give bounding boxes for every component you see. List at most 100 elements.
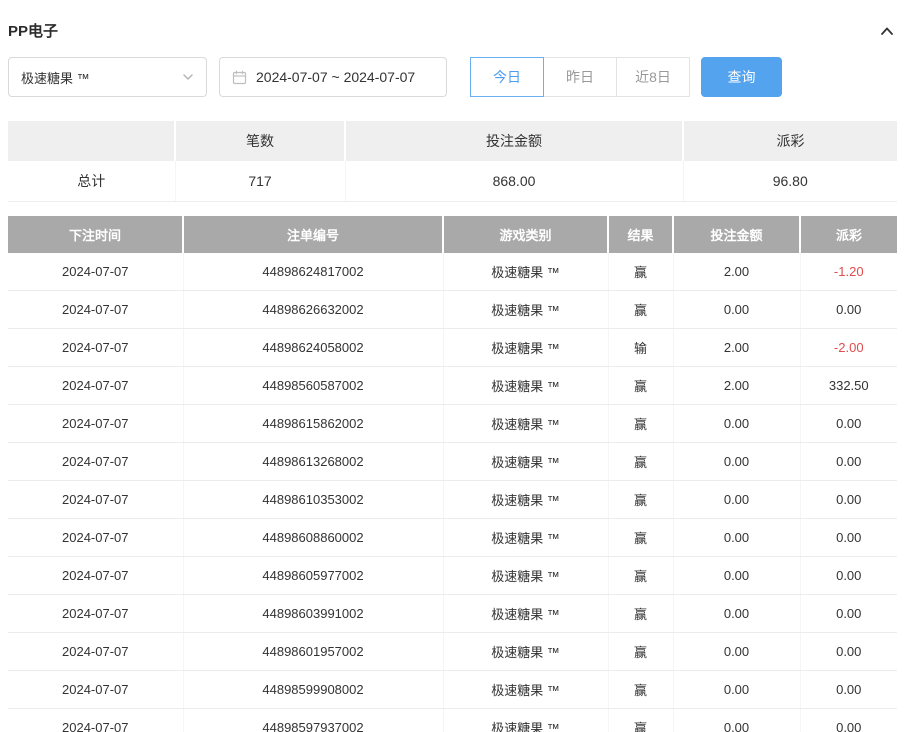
summary-header-count: 笔数: [175, 121, 345, 161]
cell-payout: 0.00: [800, 519, 897, 557]
cell-order-number: 44898608860002: [183, 519, 443, 557]
cell-game-category: 极速糖果 ™: [443, 709, 608, 732]
cell-bet-amount: 0.00: [673, 633, 800, 671]
cell-bet-amount: 2.00: [673, 253, 800, 291]
calendar-icon: [232, 70, 247, 85]
header-result: 结果: [608, 216, 673, 253]
cell-payout: 0.00: [800, 291, 897, 329]
summary-table: 笔数 投注金额 派彩 总计 717 868.00 96.80: [8, 121, 897, 202]
cell-order-number: 44898601957002: [183, 633, 443, 671]
header-payout: 派彩: [800, 216, 897, 253]
cell-game-category: 极速糖果 ™: [443, 443, 608, 481]
summary-total-label: 总计: [8, 161, 175, 201]
cell-bet-amount: 0.00: [673, 709, 800, 732]
cell-payout: 0.00: [800, 633, 897, 671]
cell-payout: 0.00: [800, 557, 897, 595]
header-game-category: 游戏类别: [443, 216, 608, 253]
cell-result: 赢: [608, 709, 673, 732]
cell-result: 赢: [608, 367, 673, 405]
cell-game-category: 极速糖果 ™: [443, 367, 608, 405]
cell-payout: 0.00: [800, 405, 897, 443]
cell-bet-time: 2024-07-07: [8, 595, 183, 633]
table-row: 2024-07-07 44898560587002 极速糖果 ™ 赢 2.00 …: [8, 367, 897, 405]
cell-bet-time: 2024-07-07: [8, 557, 183, 595]
query-button[interactable]: 查询: [701, 57, 782, 97]
cell-game-category: 极速糖果 ™: [443, 405, 608, 443]
summary-total-bet: 868.00: [345, 161, 683, 201]
records-table: 下注时间 注单编号 游戏类别 结果 投注金额 派彩 2024-07-07 448…: [8, 216, 897, 732]
cell-bet-amount: 0.00: [673, 671, 800, 709]
date-range-value: 2024-07-07 ~ 2024-07-07: [256, 69, 415, 85]
quick-button-yesterday[interactable]: 昨日: [543, 57, 617, 97]
cell-game-category: 极速糖果 ™: [443, 291, 608, 329]
cell-game-category: 极速糖果 ™: [443, 329, 608, 367]
cell-bet-amount: 0.00: [673, 291, 800, 329]
cell-payout: 0.00: [800, 709, 897, 732]
table-row: 2024-07-07 44898597937002 极速糖果 ™ 赢 0.00 …: [8, 709, 897, 732]
header-bet-time: 下注时间: [8, 216, 183, 253]
cell-order-number: 44898613268002: [183, 443, 443, 481]
cell-bet-amount: 0.00: [673, 405, 800, 443]
summary-total-row: 总计 717 868.00 96.80: [8, 161, 897, 201]
page-title: PP电子: [8, 20, 58, 41]
quick-button-today[interactable]: 今日: [470, 57, 544, 97]
cell-bet-time: 2024-07-07: [8, 405, 183, 443]
cell-game-category: 极速糖果 ™: [443, 671, 608, 709]
table-row: 2024-07-07 44898624817002 极速糖果 ™ 赢 2.00 …: [8, 253, 897, 291]
cell-order-number: 44898626632002: [183, 291, 443, 329]
cell-payout: 0.00: [800, 481, 897, 519]
header-order-number: 注单编号: [183, 216, 443, 253]
cell-bet-amount: 2.00: [673, 329, 800, 367]
date-range-input[interactable]: 2024-07-07 ~ 2024-07-07: [219, 57, 447, 97]
records-header-row: 下注时间 注单编号 游戏类别 结果 投注金额 派彩: [8, 216, 897, 253]
table-row: 2024-07-07 44898599908002 极速糖果 ™ 赢 0.00 …: [8, 671, 897, 709]
cell-payout: 0.00: [800, 595, 897, 633]
cell-bet-time: 2024-07-07: [8, 443, 183, 481]
table-row: 2024-07-07 44898613268002 极速糖果 ™ 赢 0.00 …: [8, 443, 897, 481]
cell-order-number: 44898605977002: [183, 557, 443, 595]
cell-result: 赢: [608, 671, 673, 709]
filter-bar: 极速糖果 ™ 2024-07-07 ~ 2024-07-07 今日 昨日 近8日…: [8, 57, 897, 97]
cell-payout: 0.00: [800, 443, 897, 481]
cell-result: 赢: [608, 633, 673, 671]
cell-bet-amount: 0.00: [673, 481, 800, 519]
game-select-value: 极速糖果 ™: [21, 68, 90, 87]
cell-game-category: 极速糖果 ™: [443, 519, 608, 557]
cell-result: 赢: [608, 291, 673, 329]
table-row: 2024-07-07 44898610353002 极速糖果 ™ 赢 0.00 …: [8, 481, 897, 519]
cell-bet-time: 2024-07-07: [8, 291, 183, 329]
quick-date-button-group: 今日 昨日 近8日: [470, 57, 690, 97]
cell-order-number: 44898560587002: [183, 367, 443, 405]
game-select[interactable]: 极速糖果 ™: [8, 57, 207, 97]
collapse-panel-button[interactable]: [879, 24, 895, 38]
cell-bet-time: 2024-07-07: [8, 633, 183, 671]
table-row: 2024-07-07 44898603991002 极速糖果 ™ 赢 0.00 …: [8, 595, 897, 633]
cell-result: 赢: [608, 443, 673, 481]
header-bet-amount: 投注金额: [673, 216, 800, 253]
cell-bet-amount: 0.00: [673, 557, 800, 595]
cell-bet-amount: 0.00: [673, 443, 800, 481]
table-row: 2024-07-07 44898615862002 极速糖果 ™ 赢 0.00 …: [8, 405, 897, 443]
cell-game-category: 极速糖果 ™: [443, 253, 608, 291]
table-row: 2024-07-07 44898605977002 极速糖果 ™ 赢 0.00 …: [8, 557, 897, 595]
cell-order-number: 44898599908002: [183, 671, 443, 709]
table-row: 2024-07-07 44898608860002 极速糖果 ™ 赢 0.00 …: [8, 519, 897, 557]
cell-result: 赢: [608, 519, 673, 557]
cell-order-number: 44898615862002: [183, 405, 443, 443]
cell-result: 赢: [608, 481, 673, 519]
cell-game-category: 极速糖果 ™: [443, 481, 608, 519]
quick-button-last-8-days[interactable]: 近8日: [616, 57, 690, 97]
summary-header-row: 笔数 投注金额 派彩: [8, 121, 897, 161]
cell-bet-time: 2024-07-07: [8, 367, 183, 405]
summary-header-bet-amount: 投注金额: [345, 121, 683, 161]
cell-order-number: 44898610353002: [183, 481, 443, 519]
summary-total-payout: 96.80: [683, 161, 897, 201]
cell-result: 输: [608, 329, 673, 367]
cell-result: 赢: [608, 253, 673, 291]
panel-header: PP电子: [8, 0, 897, 57]
cell-payout: -2.00: [800, 329, 897, 367]
cell-bet-time: 2024-07-07: [8, 329, 183, 367]
cell-payout: -1.20: [800, 253, 897, 291]
cell-order-number: 44898624058002: [183, 329, 443, 367]
records-tbody: 2024-07-07 44898624817002 极速糖果 ™ 赢 2.00 …: [8, 253, 897, 732]
